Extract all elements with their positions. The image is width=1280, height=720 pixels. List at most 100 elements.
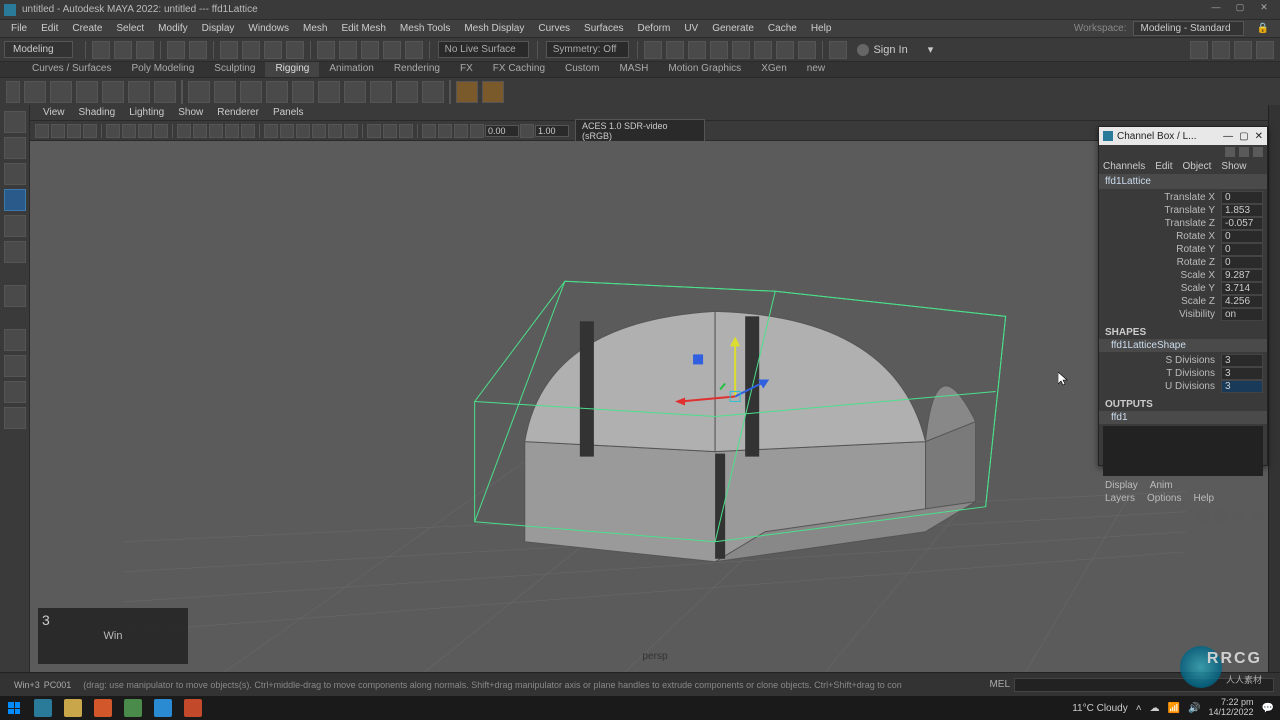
shelf-tab-new[interactable]: new xyxy=(797,62,835,77)
close-button[interactable]: ✕ xyxy=(1252,2,1276,18)
weather-widget[interactable]: 11°C Cloudy xyxy=(1072,703,1128,714)
vp-btn-5[interactable] xyxy=(106,124,120,138)
layer-icon-1[interactable] xyxy=(1197,510,1209,522)
command-line-input[interactable] xyxy=(1014,678,1274,692)
vp-btn-21[interactable] xyxy=(383,124,397,138)
shelf-icon-3[interactable] xyxy=(76,81,98,103)
shelf-icon-11[interactable] xyxy=(292,81,314,103)
vp-btn-9[interactable] xyxy=(177,124,191,138)
shelf-icon-7[interactable] xyxy=(188,81,210,103)
attr-sy-label[interactable]: Scale Y xyxy=(1103,283,1221,294)
tray-cloud-icon[interactable]: ☁ xyxy=(1150,703,1160,714)
shelf-icon-17[interactable] xyxy=(456,81,478,103)
paint-select-button[interactable] xyxy=(264,41,282,59)
shelf-tab-motion[interactable]: Motion Graphics xyxy=(658,62,751,77)
vp-btn-13[interactable] xyxy=(241,124,255,138)
layer-menu-anim[interactable]: Anim xyxy=(1150,480,1173,491)
vp-gamma-input[interactable] xyxy=(535,125,569,137)
cb-menu-edit[interactable]: Edit xyxy=(1155,161,1172,172)
menu-help[interactable]: Help xyxy=(804,23,839,34)
menu-display[interactable]: Display xyxy=(195,23,242,34)
layer-icon-4[interactable] xyxy=(1251,510,1263,522)
menu-uv[interactable]: UV xyxy=(677,23,705,34)
attr-vis-label[interactable]: Visibility xyxy=(1103,309,1221,320)
layout-3[interactable] xyxy=(4,381,26,403)
task-maya[interactable] xyxy=(28,696,58,720)
attr-tx-label[interactable]: Translate X xyxy=(1103,192,1221,203)
vp-btn-19[interactable] xyxy=(344,124,358,138)
shelf-tab-sculpt[interactable]: Sculpting xyxy=(204,62,265,77)
cb-menu-show[interactable]: Show xyxy=(1221,161,1246,172)
save-scene-button[interactable] xyxy=(136,41,154,59)
select-tool[interactable] xyxy=(4,111,26,133)
menu-file[interactable]: File xyxy=(4,23,34,34)
attr-sz-value[interactable]: 4.256 xyxy=(1221,295,1263,308)
panel-menu-renderer[interactable]: Renderer xyxy=(210,107,266,118)
attr-sz-label[interactable]: Scale Z xyxy=(1103,296,1221,307)
shelf-icon-4[interactable] xyxy=(102,81,124,103)
attr-rx-label[interactable]: Rotate X xyxy=(1103,231,1221,242)
attr-udiv-label[interactable]: U Divisions xyxy=(1103,381,1221,392)
attr-rx-value[interactable]: 0 xyxy=(1221,230,1263,243)
toolbtn-2[interactable] xyxy=(666,41,684,59)
shelf-tab-rigging[interactable]: Rigging xyxy=(265,62,319,77)
menu-deform[interactable]: Deform xyxy=(631,23,678,34)
shelf-icon-9[interactable] xyxy=(240,81,262,103)
attr-tx-value[interactable]: 0 xyxy=(1221,191,1263,204)
snap-point-button[interactable] xyxy=(361,41,379,59)
undo-button[interactable] xyxy=(167,41,185,59)
vp-btn-24[interactable] xyxy=(438,124,452,138)
vp-btn-1[interactable] xyxy=(35,124,49,138)
shelf-menu-icon[interactable] xyxy=(6,81,20,103)
new-scene-button[interactable] xyxy=(92,41,110,59)
panel-toggle-1[interactable] xyxy=(1190,41,1208,59)
open-scene-button[interactable] xyxy=(114,41,132,59)
tray-sound-icon[interactable]: 🔊 xyxy=(1188,703,1200,714)
shelf-icon-1[interactable] xyxy=(24,81,46,103)
viewport[interactable]: persp 3 Win xyxy=(30,141,1280,672)
vp-btn-23[interactable] xyxy=(422,124,436,138)
vp-btn-4[interactable] xyxy=(83,124,97,138)
toolbtn-4[interactable] xyxy=(710,41,728,59)
vp-btn-10[interactable] xyxy=(193,124,207,138)
rotate-tool[interactable] xyxy=(4,215,26,237)
toolbtn-6[interactable] xyxy=(754,41,772,59)
shelf-icon-13[interactable] xyxy=(344,81,366,103)
cb-tool-3[interactable] xyxy=(1253,147,1263,157)
shelf-tab-fxcache[interactable]: FX Caching xyxy=(483,62,555,77)
task-app[interactable] xyxy=(178,696,208,720)
attr-tdiv-value[interactable]: 3 xyxy=(1221,367,1263,380)
vp-btn-7[interactable] xyxy=(138,124,152,138)
select-mode-button[interactable] xyxy=(220,41,238,59)
vp-btn-16[interactable] xyxy=(296,124,310,138)
shelf-tab-rendering[interactable]: Rendering xyxy=(384,62,450,77)
attr-sx-label[interactable]: Scale X xyxy=(1103,270,1221,281)
task-chrome[interactable] xyxy=(118,696,148,720)
paint-tool[interactable] xyxy=(4,163,26,185)
pause-button[interactable] xyxy=(798,41,816,59)
menu-windows[interactable]: Windows xyxy=(241,23,296,34)
cb-menu-object[interactable]: Object xyxy=(1183,161,1212,172)
shelf-icon-8[interactable] xyxy=(214,81,236,103)
menuset-dropdown[interactable]: Modeling xyxy=(4,41,73,58)
right-collapsed-strip[interactable] xyxy=(1268,105,1280,672)
shelf-icon-14[interactable] xyxy=(370,81,392,103)
toolbtn-8[interactable] xyxy=(829,41,847,59)
toolbtn-1[interactable] xyxy=(644,41,662,59)
toolbtn-7[interactable] xyxy=(776,41,794,59)
task-explorer[interactable] xyxy=(58,696,88,720)
menu-surfaces[interactable]: Surfaces xyxy=(577,23,630,34)
layer-menu-options[interactable]: Options xyxy=(1147,493,1181,504)
vp-btn-27[interactable] xyxy=(520,124,534,138)
shelf-icon-2[interactable] xyxy=(50,81,72,103)
tray-chevron-icon[interactable]: ˄ xyxy=(1136,703,1142,714)
menu-generate[interactable]: Generate xyxy=(705,23,761,34)
menu-create[interactable]: Create xyxy=(65,23,109,34)
snap-grid-button[interactable] xyxy=(317,41,335,59)
last-tool[interactable] xyxy=(4,285,26,307)
attr-tz-label[interactable]: Translate Z xyxy=(1103,218,1221,229)
signin-dropdown[interactable]: Sign In ▾ xyxy=(857,43,933,56)
layer-icon-3[interactable] xyxy=(1233,510,1245,522)
cb-minimize[interactable]: — xyxy=(1223,131,1233,142)
vp-btn-14[interactable] xyxy=(264,124,278,138)
